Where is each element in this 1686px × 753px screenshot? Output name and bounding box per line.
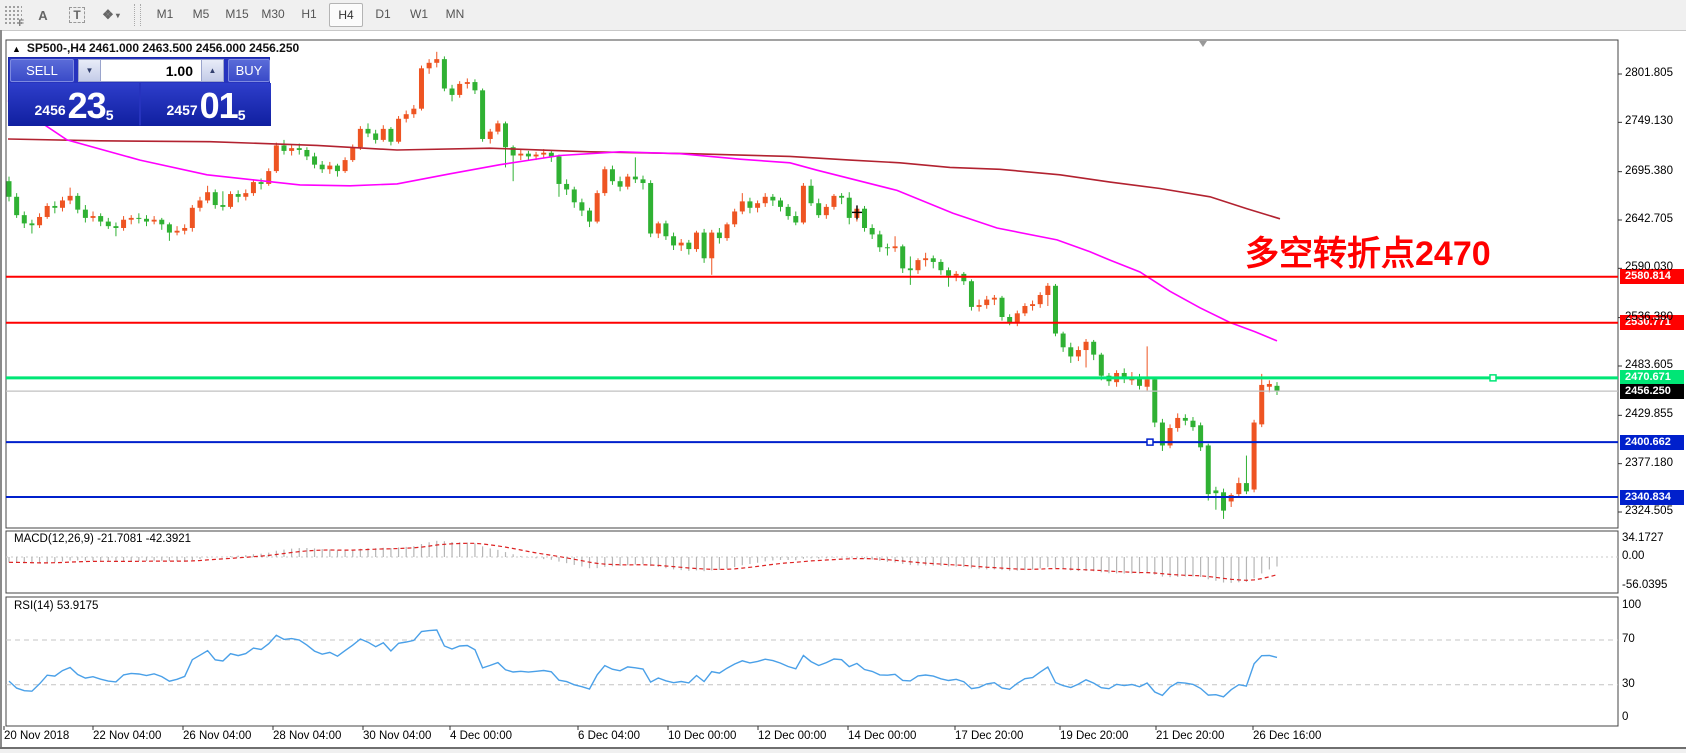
time-axis-tick: 14 Dec 00:00 (848, 730, 916, 742)
chart-text-annotation: 多空转折点2470 (1245, 226, 1491, 275)
macd-axis-tick: 0.00 (1622, 550, 1644, 562)
buy-price-big: 01 (200, 89, 238, 123)
moving-averages (8, 100, 1280, 341)
price-axis-tick: 2801.805 (1625, 67, 1673, 79)
time-axis-tick: 17 Dec 20:00 (955, 730, 1023, 742)
sell-price-big: 23 (68, 89, 106, 123)
sell-button[interactable]: SELL (10, 59, 74, 82)
volume-decrease-button[interactable]: ▼ (78, 59, 101, 82)
window-bottom-strip (0, 749, 1686, 753)
rsi-axis-tick: 100 (1622, 599, 1641, 611)
price-axis-tick: 2695.380 (1625, 165, 1673, 177)
time-axis-tick: 19 Dec 20:00 (1060, 730, 1128, 742)
time-axis-tick: 26 Dec 16:00 (1253, 730, 1321, 742)
rsi-label: RSI(14) 53.9175 (14, 600, 98, 612)
rsi-panel (6, 630, 1618, 697)
time-axis-tick: 22 Nov 04:00 (93, 730, 161, 742)
time-axis-tick: 12 Dec 00:00 (758, 730, 826, 742)
rsi-axis-tick: 70 (1622, 633, 1635, 645)
macd-label: MACD(12,26,9) -21.7081 -42.3921 (14, 533, 191, 545)
mt4-terminal: { "toolbar": { "grip_label": "F", "icon_… (0, 0, 1686, 753)
window-left-edge (0, 30, 2, 753)
buy-price-sup: 5 (238, 107, 246, 123)
macd-axis-tick: -56.0395 (1622, 579, 1667, 591)
sell-price-small: 2456 (35, 97, 66, 123)
volume-control: ▼ 1.00 ▲ (78, 59, 224, 82)
time-axis-tick: 28 Nov 04:00 (273, 730, 341, 742)
time-axis-tick: 26 Nov 04:00 (183, 730, 251, 742)
chart-markers (852, 41, 1207, 219)
volume-input[interactable]: 1.00 (101, 59, 201, 82)
time-axis-tick: 6 Dec 04:00 (578, 730, 640, 742)
time-axis-tick: 21 Dec 20:00 (1156, 730, 1224, 742)
volume-increase-button[interactable]: ▲ (201, 59, 224, 82)
price-axis-tick: 2483.605 (1625, 359, 1673, 371)
price-axis-tick: 2429.855 (1625, 408, 1673, 420)
time-axis-tick: 10 Dec 00:00 (668, 730, 736, 742)
price-axis-tick: 2749.130 (1625, 115, 1673, 127)
time-axis-tick: 20 Nov 2018 (4, 730, 69, 742)
price-axis-tick: 2590.030 (1625, 261, 1673, 273)
price-axis-tick: 2536.380 (1625, 311, 1673, 323)
sell-price-box[interactable]: 2456235 (9, 83, 139, 126)
sell-price-sup: 5 (106, 107, 114, 123)
price-line-badge: 2340.834 (1620, 490, 1684, 505)
time-axis-tick: 30 Nov 04:00 (363, 730, 431, 742)
macd-axis-tick: 34.1727 (1622, 532, 1664, 544)
one-click-trade-panel: SELL ▼ 1.00 ▲ BUY 2456235 2457015 (8, 57, 270, 126)
price-axis-tick: 2324.505 (1625, 505, 1673, 517)
buy-button[interactable]: BUY (228, 59, 270, 82)
price-axis-tick: 2642.705 (1625, 213, 1673, 225)
price-line-badge: 2400.662 (1620, 435, 1684, 450)
axis-ticks (4, 74, 1622, 730)
rsi-axis-tick: 0 (1622, 711, 1628, 723)
macd-panel (6, 541, 1618, 583)
time-axis-tick: 4 Dec 00:00 (450, 730, 512, 742)
horizontal-lines (6, 277, 1618, 497)
buy-price-small: 2457 (167, 97, 198, 123)
buy-price-box[interactable]: 2457015 (141, 83, 271, 126)
current-price-badge: 2456.250 (1620, 384, 1684, 399)
rsi-axis-tick: 30 (1622, 678, 1635, 690)
price-axis-tick: 2377.180 (1625, 457, 1673, 469)
